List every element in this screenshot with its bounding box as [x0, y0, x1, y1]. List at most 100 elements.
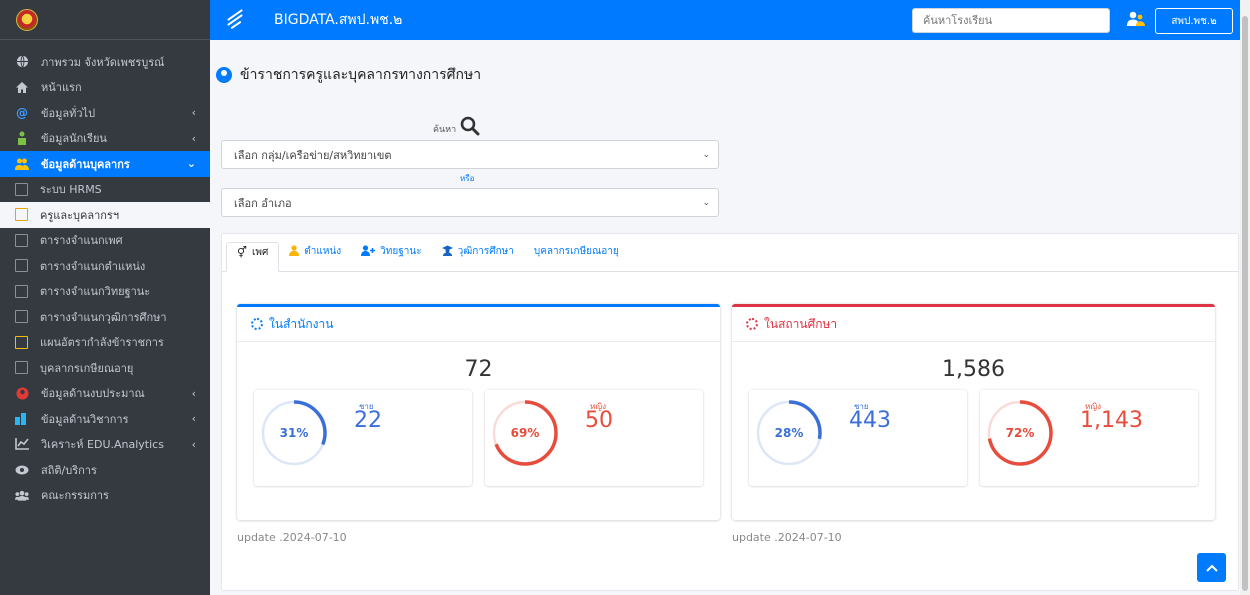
sidebar-item-committee[interactable]: คณะกรรมการ	[0, 483, 210, 509]
page-title-text: ข้าราชการครูและบุคลากรทางการศึกษา	[240, 67, 482, 83]
chevron-down-icon: ⌄	[702, 197, 710, 208]
home-icon	[15, 80, 29, 94]
gender-icon: ⚥	[237, 246, 247, 259]
tab-bar: ⚥ เพศ ตำแหน่ง วิทยฐานะ วุฒิการศึกษา บุคล…	[222, 234, 1238, 272]
app-title[interactable]: BIGDATA.สพป.พช.๒	[274, 9, 402, 31]
tab-education[interactable]: วุฒิการศึกษา	[432, 241, 524, 271]
sidebar: ภาพรวม จังหวัดเพชรบูรณ์ หน้าแรก @ ข้อมูล…	[0, 0, 210, 595]
main-content: ข้าราชการครูและบุคลากรทางการศึกษา ค้นหา …	[210, 40, 1240, 595]
sidebar-item-table-academic-rank[interactable]: ตารางจำแนกวิทยฐานะ	[0, 279, 210, 305]
sidebar-item-manpower-plan[interactable]: แผนอัตรากำลังข้าราชการ	[0, 330, 210, 356]
sidebar-item-teachers[interactable]: ครูและบุคลากรฯ	[0, 202, 210, 228]
academic-icon	[15, 412, 29, 426]
office-male-value: 22	[354, 408, 382, 433]
sidebar-item-personnel[interactable]: ข้อมูลด้านบุคลากร ⌄	[0, 151, 210, 177]
sidebar-item-label: ตารางจำแนกวุฒิการศึกษา	[40, 310, 167, 324]
search-icon[interactable]	[460, 116, 480, 136]
sidebar-item-label: ข้อมูลด้านบุคลากร	[41, 157, 130, 171]
office-female-value: 50	[585, 408, 613, 433]
school-total: 1,586	[942, 357, 1005, 382]
committee-icon	[15, 488, 29, 502]
sidebar-item-overview[interactable]: ภาพรวม จังหวัดเพชรบูรณ์	[0, 49, 210, 75]
sidebar-item-table-education[interactable]: ตารางจำแนกวุฒิการศึกษา	[0, 304, 210, 330]
sidebar-item-general[interactable]: @ ข้อมูลทั่วไป ‹	[0, 100, 210, 126]
sidebar-item-label: ตารางจำแนกตำแหน่ง	[40, 259, 146, 273]
district-select-value: เลือก อำเภอ	[234, 196, 292, 210]
sidebar-item-label: คณะกรรมการ	[41, 489, 109, 503]
user-tie-icon	[289, 244, 300, 259]
sidebar-item-label: บุคลากรเกษียณอายุ	[40, 361, 134, 375]
user-account-button[interactable]: สพป.พช.๒	[1155, 8, 1233, 34]
chevron-left-icon: ‹	[191, 386, 196, 400]
school-card-title: ในสถานศึกษา	[764, 316, 838, 331]
users-icon	[15, 157, 29, 171]
sidebar-item-label: ภาพรวม จังหวัดเพชรบูรณ์	[41, 55, 165, 69]
sidebar-item-retirement[interactable]: บุคลากรเกษียณอายุ	[0, 355, 210, 381]
chevron-left-icon: ‹	[191, 106, 196, 120]
sidebar-item-home[interactable]: หน้าแรก	[0, 75, 210, 101]
group-select[interactable]: เลือก กลุ่ม/เครือข่าย/สหวิทยาเขต ⌄	[221, 140, 719, 169]
sidebar-item-hrms[interactable]: ระบบ HRMS	[0, 177, 210, 203]
sidebar-item-students[interactable]: ข้อมูลนักเรียน ‹	[0, 126, 210, 152]
search-label: ค้นหา	[433, 116, 480, 136]
sidebar-item-table-gender[interactable]: ตารางจำแนกเพศ	[0, 228, 210, 254]
school-update-date: update .2024-07-10	[732, 531, 842, 544]
square-icon	[15, 208, 28, 222]
tab-gender[interactable]: ⚥ เพศ	[226, 242, 280, 272]
office-female-box: 69% หญิง 50	[485, 390, 703, 486]
square-icon	[15, 233, 28, 247]
spinner-icon	[251, 318, 263, 330]
scroll-to-top-button[interactable]	[1197, 553, 1226, 582]
sidebar-item-label: สถิติ/บริการ	[41, 463, 97, 477]
school-male-pct: 28%	[774, 426, 804, 440]
tab-label: บุคลากรเกษียณอายุ	[533, 246, 619, 257]
user-group-icon[interactable]	[1127, 11, 1145, 27]
sidebar-item-label: ตารางจำแนกวิทยฐานะ	[40, 285, 151, 299]
student-icon	[15, 131, 29, 146]
user-circle-icon	[216, 67, 232, 83]
sidebar-item-budget[interactable]: ข้อมูลด้านงบประมาณ ‹	[0, 381, 210, 407]
chevron-left-icon: ‹	[191, 412, 196, 426]
page-title: ข้าราชการครูและบุคลากรทางการศึกษา	[216, 64, 481, 86]
school-male-box: 28% ชาย 443	[749, 390, 967, 486]
tab-academic-rank[interactable]: วิทยฐานะ	[351, 241, 431, 271]
sidebar-item-label: ข้อมูลทั่วไป	[41, 106, 96, 120]
or-label: หรือ	[460, 174, 475, 183]
scrollbar-thumb[interactable]	[1242, 16, 1248, 591]
sidebar-item-label: ข้อมูลด้านวิชาการ	[41, 412, 129, 426]
sidebar-item-label: ครูและบุคลากรฯ	[40, 208, 120, 222]
chevron-down-icon: ⌄	[186, 157, 196, 171]
brand[interactable]	[0, 0, 210, 40]
office-male-pct: 31%	[279, 426, 309, 440]
top-navbar: BIGDATA.สพป.พช.๒ สพป.พช.๒	[210, 0, 1240, 40]
chevron-up-icon	[1205, 564, 1218, 572]
school-search-input[interactable]	[912, 8, 1110, 33]
square-icon	[15, 361, 28, 375]
school-female-value: 1,143	[1080, 408, 1143, 433]
school-card-header: ในสถานศึกษา	[732, 307, 1215, 342]
logo	[16, 8, 38, 31]
sidebar-item-analytics[interactable]: วิเคราะห์ EDU.Analytics ‹	[0, 432, 210, 458]
sidebar-item-label: ระบบ HRMS	[40, 183, 102, 197]
office-male-box: 31% ชาย 22	[254, 390, 472, 486]
search-label-text: ค้นหา	[433, 125, 457, 135]
menu-icon[interactable]	[224, 9, 246, 31]
sidebar-item-stats[interactable]: สถิติ/บริการ	[0, 457, 210, 483]
tab-label: ตำแหน่ง	[304, 246, 342, 257]
scrollbar[interactable]	[1240, 0, 1250, 595]
school-stat-card: ในสถานศึกษา 1,586 28% ชาย 443 72% หญิง 1…	[732, 304, 1215, 520]
spinner-icon	[746, 318, 758, 330]
district-select[interactable]: เลือก อำเภอ ⌄	[221, 188, 719, 217]
group-select-value: เลือก กลุ่ม/เครือข่าย/สหวิทยาเขต	[234, 148, 392, 162]
tab-position[interactable]: ตำแหน่ง	[279, 241, 351, 271]
square-icon	[15, 335, 28, 349]
school-male-value: 443	[849, 408, 891, 433]
office-stat-card: ในสำนักงาน 72 31% ชาย 22 69% หญิง 50	[237, 304, 720, 520]
sidebar-item-label: ตารางจำแนกเพศ	[40, 234, 123, 248]
office-card-header: ในสำนักงาน	[237, 307, 720, 342]
office-update-date: update .2024-07-10	[237, 531, 347, 544]
tab-retirement[interactable]: บุคลากรเกษียณอายุ	[524, 241, 629, 271]
globe-icon	[15, 55, 29, 69]
sidebar-item-academic[interactable]: ข้อมูลด้านวิชาการ ‹	[0, 406, 210, 432]
sidebar-item-table-position[interactable]: ตารางจำแนกตำแหน่ง	[0, 253, 210, 279]
